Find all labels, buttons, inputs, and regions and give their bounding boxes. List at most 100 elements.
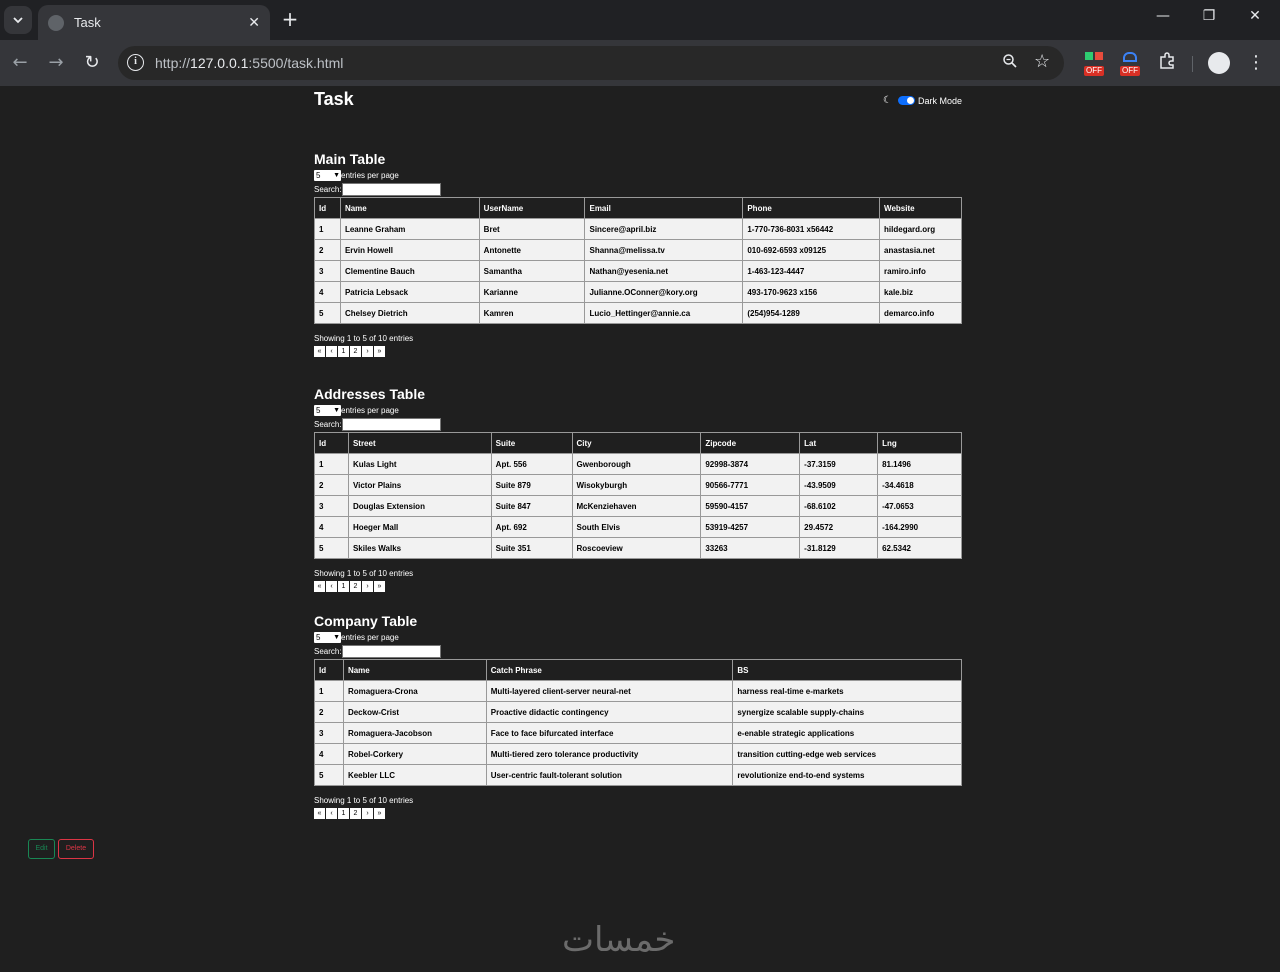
column-header[interactable]: Name bbox=[339, 197, 480, 219]
column-header[interactable]: Id bbox=[314, 197, 341, 219]
column-header[interactable]: Website bbox=[879, 197, 962, 219]
page-button[interactable]: › bbox=[362, 581, 373, 592]
table-cell: harness real-time e-markets bbox=[732, 680, 962, 702]
table-row[interactable]: 2 Deckow-Crist Proactive didactic continge… bbox=[314, 701, 962, 723]
page-button[interactable]: 2 bbox=[350, 808, 361, 819]
edit-button[interactable]: Edit bbox=[28, 839, 55, 859]
column-header[interactable]: Street bbox=[347, 432, 492, 454]
search-input[interactable] bbox=[341, 417, 441, 431]
search-input[interactable] bbox=[341, 644, 441, 658]
column-header[interactable]: UserName bbox=[478, 197, 586, 219]
table-cell: Karianne bbox=[478, 281, 586, 303]
table-row[interactable]: 5 Skiles Walks Suite 351 Roscoeview 33263 -31… bbox=[314, 537, 962, 559]
more-menu-icon[interactable]: ⋮ bbox=[1245, 52, 1267, 73]
table-cell: 5 bbox=[314, 764, 344, 786]
column-header[interactable]: Id bbox=[314, 432, 349, 454]
table-row[interactable]: 4 Hoeger Mall Apt. 692 South Elvis 53919-425… bbox=[314, 516, 962, 538]
active-tab[interactable]: Task ✕ bbox=[38, 5, 270, 40]
window-close-icon[interactable]: ✕ bbox=[1240, 8, 1270, 24]
extensions-puzzle-icon[interactable] bbox=[1156, 52, 1178, 74]
entries-select[interactable]: 5 ▼ bbox=[314, 405, 341, 416]
page-button[interactable]: 1 bbox=[338, 581, 349, 592]
table-row[interactable]: 4 Robel-Corkery Multi-tiered zero toleranc… bbox=[314, 743, 962, 765]
column-header[interactable]: Name bbox=[342, 659, 487, 681]
minimize-icon[interactable]: — bbox=[1148, 8, 1178, 24]
page-button[interactable]: ‹ bbox=[326, 581, 337, 592]
column-header[interactable]: Lng bbox=[877, 432, 962, 454]
table-cell: 5 bbox=[314, 302, 341, 324]
table-row[interactable]: 2 Victor Plains Suite 879 Wisokyburgh 90566-… bbox=[314, 474, 962, 496]
table-cell: -68.6102 bbox=[799, 495, 879, 517]
table-cell: -164.2990 bbox=[877, 516, 962, 538]
zoom-icon[interactable] bbox=[1002, 53, 1018, 73]
table-row[interactable]: 1 Kulas Light Apt. 556 Gwenborough 92998-387… bbox=[314, 453, 962, 475]
table-cell: -31.8129 bbox=[799, 537, 879, 559]
entries-select[interactable]: 5 ▼ bbox=[314, 170, 341, 181]
table-row[interactable]: 1 Leanne Graham Bret Sincere@april.biz 1-770… bbox=[314, 218, 962, 240]
dark-mode-label: Dark Mode bbox=[917, 95, 962, 106]
table-cell: 29.4572 bbox=[799, 516, 879, 538]
page-button[interactable]: 2 bbox=[350, 581, 361, 592]
page-button[interactable]: 1 bbox=[338, 346, 349, 357]
extension-1-icon[interactable]: OFF bbox=[1083, 52, 1107, 76]
page-button[interactable]: ‹ bbox=[326, 346, 337, 357]
site-info-icon[interactable]: i bbox=[127, 54, 144, 71]
extension-2-icon[interactable]: OFF bbox=[1119, 52, 1143, 76]
page-button[interactable]: » bbox=[374, 581, 385, 592]
tab-search-button[interactable] bbox=[4, 6, 32, 34]
column-header[interactable]: Lat bbox=[799, 432, 879, 454]
delete-button[interactable]: Delete bbox=[58, 839, 94, 859]
entries-label: entries per page bbox=[341, 406, 399, 415]
page-button[interactable]: › bbox=[362, 808, 373, 819]
column-header[interactable]: City bbox=[571, 432, 702, 454]
forward-arrow-icon[interactable]: → bbox=[44, 51, 68, 75]
page-button[interactable]: » bbox=[374, 808, 385, 819]
close-icon[interactable]: ✕ bbox=[248, 15, 260, 31]
dark-mode-toggle[interactable]: ☾ Dark Mode bbox=[883, 95, 962, 106]
page-button[interactable]: « bbox=[314, 808, 325, 819]
column-header[interactable]: Zipcode bbox=[700, 432, 801, 454]
table-row[interactable]: 3 Romaguera-Jacobson Face to face bifurcat… bbox=[314, 722, 962, 744]
table-cell: Shanna@melissa.tv bbox=[584, 239, 744, 261]
page-button[interactable]: » bbox=[374, 346, 385, 357]
column-header[interactable]: Catch Phrase bbox=[485, 659, 734, 681]
table-cell: 33263 bbox=[700, 537, 801, 559]
table-row[interactable]: 2 Ervin Howell Antonette Shanna@melissa.tv 0… bbox=[314, 239, 962, 261]
table-row[interactable]: 5 Keebler LLC User-centric fault-tolerant … bbox=[314, 764, 962, 786]
toggle-switch[interactable] bbox=[897, 96, 915, 105]
table-cell: revolutionize end-to-end systems bbox=[732, 764, 962, 786]
table-row[interactable]: 3 Douglas Extension Suite 847 McKenziehaven… bbox=[314, 495, 962, 517]
reload-icon[interactable]: ↻ bbox=[80, 51, 104, 75]
address-bar[interactable]: i http://127.0.0.1:5500/task.html ☆ bbox=[118, 46, 1064, 80]
avatar[interactable] bbox=[1208, 52, 1230, 74]
column-header[interactable]: Email bbox=[584, 197, 744, 219]
url-text[interactable]: http://127.0.0.1:5500/task.html bbox=[155, 55, 343, 71]
addresses-table: Id Street Suite City Zipcode Lat Lng 1 Kulas Lig… bbox=[314, 432, 962, 559]
page-button[interactable]: 2 bbox=[350, 346, 361, 357]
table-row[interactable]: 4 Patricia Lebsack Karianne Julianne.OConne… bbox=[314, 281, 962, 303]
column-header[interactable]: Suite bbox=[490, 432, 573, 454]
table-row[interactable]: 3 Clementine Bauch Samantha Nathan@yesenia.… bbox=[314, 260, 962, 282]
table-cell: -47.0653 bbox=[877, 495, 962, 517]
showing-info: Showing 1 to 5 of 10 entries bbox=[314, 796, 414, 805]
bookmark-star-icon[interactable]: ☆ bbox=[1034, 51, 1050, 72]
column-header[interactable]: BS bbox=[732, 659, 962, 681]
page-button[interactable]: « bbox=[314, 346, 325, 357]
back-arrow-icon[interactable]: ← bbox=[8, 51, 32, 75]
new-tab-button[interactable]: + bbox=[279, 9, 301, 31]
page-button[interactable]: 1 bbox=[338, 808, 349, 819]
column-header[interactable]: Phone bbox=[742, 197, 881, 219]
table-row[interactable]: 1 Romaguera-Crona Multi-layered client-ser… bbox=[314, 680, 962, 702]
entries-select[interactable]: 5 ▼ bbox=[314, 632, 341, 643]
table-row[interactable]: 5 Chelsey Dietrich Kamren Lucio_Hettinger@a… bbox=[314, 302, 962, 324]
table-cell: Douglas Extension bbox=[347, 495, 492, 517]
page-button[interactable]: ‹ bbox=[326, 808, 337, 819]
table-cell: anastasia.net bbox=[879, 239, 962, 261]
column-header[interactable]: Id bbox=[314, 659, 344, 681]
search-input[interactable] bbox=[341, 182, 441, 196]
pagination: «‹ 1 2 ›» bbox=[314, 808, 962, 819]
page-button[interactable]: « bbox=[314, 581, 325, 592]
page-button[interactable]: › bbox=[362, 346, 373, 357]
table-cell: Sincere@april.biz bbox=[584, 218, 744, 240]
restore-icon[interactable]: ❐ bbox=[1194, 8, 1224, 24]
